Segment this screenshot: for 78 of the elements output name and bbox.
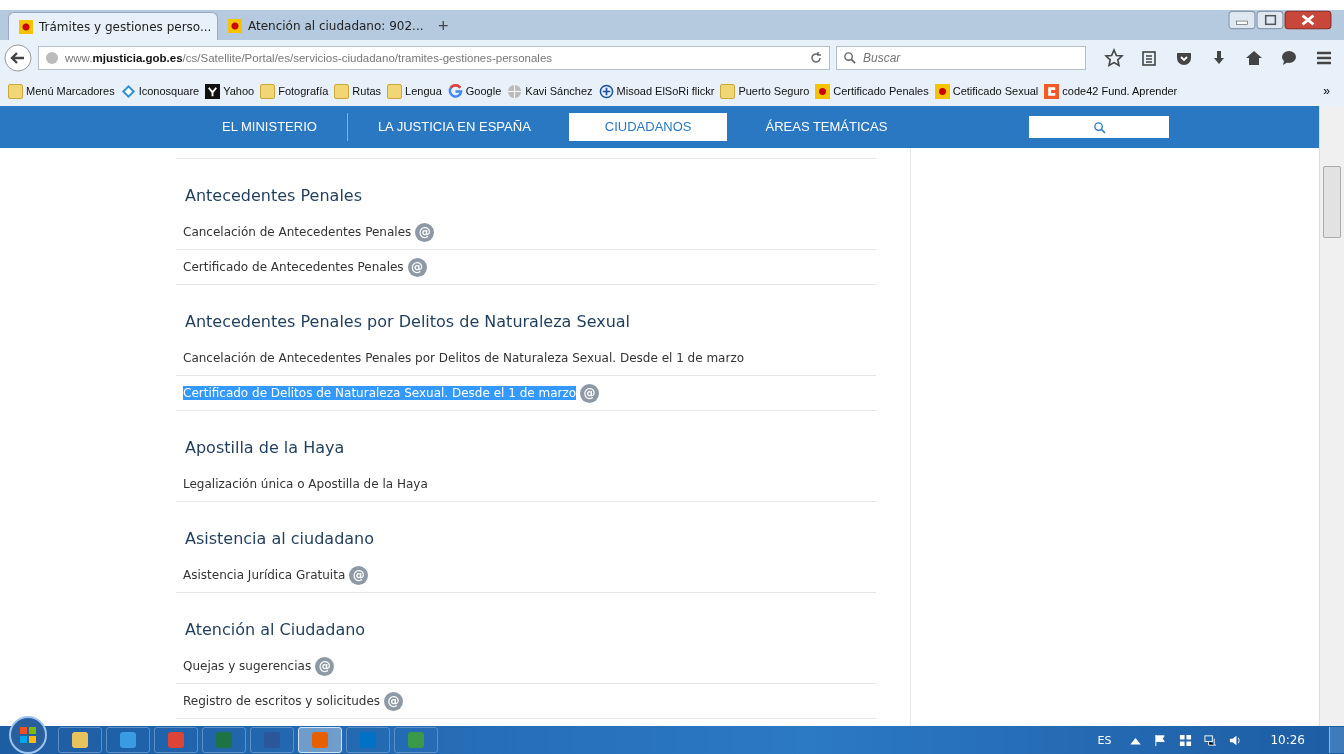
nav-link[interactable]: EL MINISTERIO <box>200 113 339 141</box>
folder-icon <box>8 83 23 99</box>
ring-icon <box>447 83 463 99</box>
online-badge: @ <box>349 565 369 585</box>
windows-icon[interactable] <box>1179 733 1193 747</box>
online-badge: @ <box>415 222 435 242</box>
more-bookmarks-button[interactable]: » <box>1317 83 1336 99</box>
c-logo-icon <box>1044 83 1060 99</box>
procedure-link[interactable]: Asistencia Jurídica Gratuita <box>183 568 346 582</box>
online-badge: @ <box>384 691 403 711</box>
star-icon[interactable] <box>1104 48 1124 68</box>
globe-icon <box>507 83 523 99</box>
scrollbar-thumb[interactable] <box>1323 166 1341 238</box>
crest-icon <box>815 83 831 99</box>
nav-link[interactable]: LA JUSTICIA EN ESPAÑA <box>355 113 553 141</box>
diamond-icon <box>120 83 136 99</box>
crest-icon <box>19 19 33 34</box>
nav-link[interactable]: CIUDADANOS <box>568 113 728 141</box>
bookmark-item[interactable]: code42 Fund. Aprender <box>1044 83 1178 99</box>
scrollbar[interactable] <box>1319 106 1344 726</box>
bookmark-item[interactable]: Fotografía <box>260 83 329 99</box>
procedure-link[interactable]: Registro de escritos y solicitudes <box>183 694 380 708</box>
nav-link[interactable]: ÁREAS TEMÁTICAS <box>743 113 910 141</box>
reload-icon[interactable] <box>809 51 823 65</box>
crest-icon <box>934 83 950 99</box>
flag-icon[interactable] <box>1154 733 1168 747</box>
restore-icon[interactable] <box>1256 10 1284 30</box>
bookmark-item[interactable]: Yahoo <box>205 83 255 99</box>
folder-icon <box>720 83 736 99</box>
plus-circle-icon <box>598 83 614 99</box>
globe-icon <box>45 51 59 65</box>
search-field[interactable]: Buscar <box>836 46 1086 70</box>
taskbar-app[interactable] <box>58 727 102 753</box>
home-icon[interactable] <box>1244 48 1264 68</box>
section-heading: Antecedentes Penales <box>185 185 363 207</box>
section-heading: Antecedentes Penales por Delitos de Naturaleza Sexual <box>185 311 632 333</box>
bookmark-item[interactable]: Cetificado Sexual <box>934 83 1039 99</box>
reading-list-icon[interactable] <box>1139 48 1159 68</box>
procedure-link[interactable]: Cancelación de Antecedentes Penales por Delitos de Naturaleza Sexual. Desde el 1 de marzo <box>183 351 745 365</box>
section-heading: Apostilla de la Haya <box>185 437 346 459</box>
bookmark-item[interactable]: Lengua <box>387 83 442 99</box>
online-badge: @ <box>407 257 427 277</box>
bookmark-item[interactable]: Google <box>447 83 502 99</box>
chat-icon[interactable] <box>1279 48 1299 68</box>
folder-icon <box>334 83 350 99</box>
online-badge: @ <box>315 656 335 676</box>
bookmark-item[interactable]: Iconosquare <box>120 83 200 99</box>
section-heading: Atención al Ciudadano <box>185 619 367 641</box>
fork-tile-icon <box>205 83 221 99</box>
network-icon[interactable] <box>1204 733 1218 747</box>
browser-tab[interactable]: Trámites y gestiones perso... <box>8 12 218 40</box>
new-tab-button[interactable]: + <box>428 12 459 40</box>
procedure-link[interactable]: Certificado de Antecedentes Penales <box>183 260 404 274</box>
address-bar[interactable]: www.mjusticia.gob.es/cs/Satellite/Portal/es/servicios-ciudadano/tramites-gestiones-personales <box>38 46 830 70</box>
bookmark-item[interactable]: Kavi Sánchez <box>507 83 593 99</box>
online-badge: @ <box>580 383 600 403</box>
browser-tab[interactable]: Atención al ciudadano: 902... <box>218 12 428 40</box>
bookmark-item[interactable]: Menú Marcadores <box>8 83 115 99</box>
back-icon[interactable] <box>4 44 32 72</box>
folder-icon <box>260 83 276 99</box>
language-indicator[interactable]: ES <box>1097 733 1112 747</box>
clock[interactable]: 10:26 <box>1270 733 1305 747</box>
folder-icon <box>387 83 403 99</box>
start-button[interactable] <box>8 715 48 754</box>
close-icon[interactable] <box>1284 10 1332 30</box>
procedure-link[interactable]: Cancelación de Antecedentes Penales <box>183 225 412 239</box>
section-heading: Asistencia al ciudadano <box>185 528 376 550</box>
bookmark-item[interactable]: Puerto Seguro <box>720 83 810 99</box>
procedure-link[interactable]: Quejas y sugerencias <box>183 659 312 673</box>
search-icon <box>1092 120 1106 134</box>
crest-icon <box>228 19 242 33</box>
minimize-icon[interactable] <box>1228 10 1256 30</box>
bookmark-item[interactable]: Rutas <box>334 83 382 99</box>
bookmark-item[interactable]: Misoad ElSoRi flickr <box>598 83 715 99</box>
bookmark-item[interactable]: Certificado Penales <box>815 83 929 99</box>
site-search-field[interactable] <box>1029 116 1170 138</box>
search-icon <box>843 51 856 64</box>
procedure-link[interactable]: Legalización única o Apostilla de la Haya <box>183 477 428 491</box>
